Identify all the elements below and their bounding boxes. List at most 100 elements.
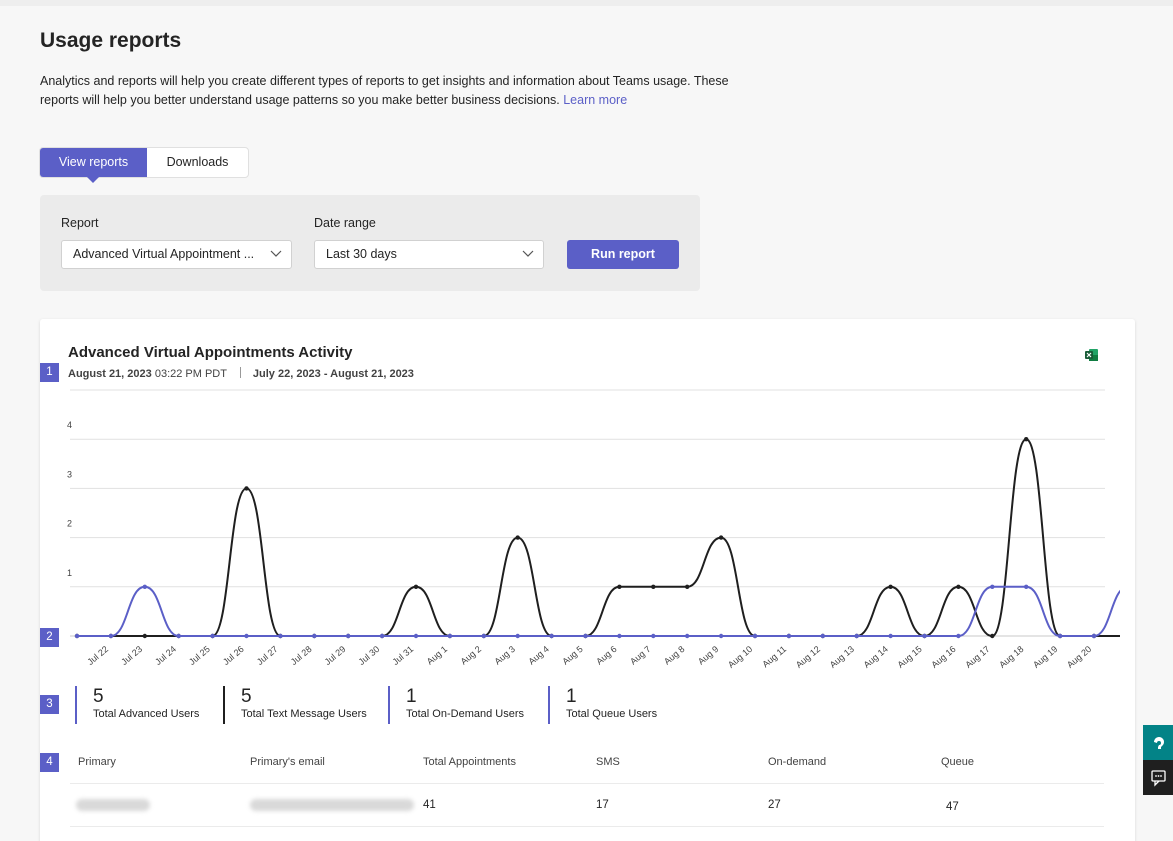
- stat-value: 1: [406, 686, 417, 707]
- data-point: [176, 633, 181, 639]
- tab-view-reports[interactable]: View reports: [40, 148, 147, 183]
- data-point: [956, 584, 961, 589]
- data-point: [1057, 633, 1063, 639]
- x-tick-label: Jul 23: [119, 644, 144, 667]
- data-point: [718, 535, 724, 540]
- data-point: [651, 633, 656, 639]
- data-point: [786, 633, 792, 639]
- data-point: [346, 633, 351, 639]
- x-tick-label: Aug 17: [963, 644, 991, 670]
- data-point: [1024, 584, 1029, 589]
- page-description: Analytics and reports will help you crea…: [40, 72, 760, 109]
- stat-label: Total Advanced Users: [93, 708, 200, 720]
- data-point: [74, 633, 80, 639]
- column-header-email[interactable]: Primary's email: [250, 756, 325, 768]
- y-tick-label: 1: [67, 568, 72, 578]
- data-point: [685, 633, 690, 639]
- x-tick-label: Aug 6: [594, 644, 618, 667]
- x-tick-label: Aug 16: [929, 644, 957, 670]
- redacted-primary: [76, 799, 150, 811]
- x-tick-label: Aug 8: [662, 644, 686, 667]
- activity-line-chart: 54321Jul 22Jul 23Jul 24Jul 25Jul 26Jul 2…: [67, 389, 1120, 670]
- divider: [239, 367, 241, 378]
- data-point: [685, 584, 690, 589]
- x-tick-label: Aug 19: [1031, 644, 1059, 670]
- x-tick-label: Aug 9: [696, 644, 720, 667]
- stat-total-queue-users: 1 Total Queue Users: [548, 686, 657, 724]
- data-point: [549, 633, 554, 639]
- y-tick-label: 2: [67, 519, 72, 529]
- data-point: [142, 633, 147, 639]
- date-range-select[interactable]: Last 30 days: [314, 240, 544, 269]
- tab-downloads[interactable]: Downloads: [147, 148, 248, 177]
- stat-label: Total Queue Users: [566, 708, 658, 720]
- learn-more-link[interactable]: Learn more: [563, 93, 627, 107]
- data-point: [1091, 633, 1097, 639]
- chevron-down-icon: [522, 250, 534, 257]
- callout-marker-3: 3: [40, 695, 59, 714]
- stat-value: 1: [566, 686, 577, 707]
- report-label: Report: [61, 216, 99, 230]
- data-point: [651, 584, 656, 589]
- callout-marker-4: 4: [40, 753, 59, 772]
- data-point: [515, 633, 520, 639]
- table-row-divider: [70, 826, 1104, 827]
- data-point: [990, 584, 995, 589]
- data-point: [617, 584, 622, 589]
- series-line-2: [77, 585, 1120, 637]
- table-header-divider: [70, 783, 1104, 784]
- cell-sms: 17: [596, 799, 609, 811]
- data-point: [583, 633, 588, 639]
- cell-total-appointments: 41: [423, 799, 436, 811]
- x-tick-label: Jul 31: [390, 644, 415, 667]
- x-tick-label: Jul 28: [289, 644, 314, 667]
- run-report-button[interactable]: Run report: [567, 240, 679, 269]
- column-header-primary[interactable]: Primary: [78, 756, 116, 768]
- x-tick-label: Aug 13: [828, 644, 856, 670]
- data-point: [312, 633, 317, 639]
- report-date: August 21, 2023: [68, 368, 152, 380]
- cell-queue: 47: [946, 801, 959, 813]
- report-title: Advanced Virtual Appointments Activity: [68, 344, 353, 361]
- x-tick-label: Jul 22: [85, 644, 110, 667]
- data-point: [210, 633, 215, 639]
- excel-icon[interactable]: [1085, 348, 1099, 362]
- data-point: [956, 633, 961, 639]
- data-point: [447, 633, 453, 639]
- redacted-email: [250, 799, 414, 811]
- x-tick-label: Aug 2: [459, 644, 483, 667]
- stat-total-text-message-users: 5 Total Text Message Users: [223, 686, 367, 724]
- data-point: [820, 633, 825, 639]
- data-point: [990, 633, 995, 639]
- column-header-on-demand[interactable]: On-demand: [768, 756, 826, 768]
- help-icon: [1154, 737, 1164, 749]
- stat-total-on-demand-users: 1 Total On-Demand Users: [388, 686, 524, 724]
- report-time: 03:22 PM PDT: [154, 368, 227, 380]
- help-button[interactable]: [1143, 725, 1173, 760]
- feedback-button[interactable]: [1143, 760, 1173, 795]
- report-select-value: Advanced Virtual Appointment ...: [73, 247, 255, 261]
- data-point: [413, 584, 419, 589]
- column-header-sms[interactable]: SMS: [596, 756, 620, 768]
- data-point: [888, 584, 893, 589]
- data-point: [854, 633, 859, 639]
- column-header-total-appointments[interactable]: Total Appointments: [423, 756, 516, 768]
- x-tick-label: Aug 11: [760, 644, 788, 670]
- page-title: Usage reports: [40, 29, 182, 52]
- data-point: [752, 633, 758, 639]
- data-point: [379, 633, 385, 639]
- data-point: [617, 633, 622, 639]
- stat-value: 5: [93, 686, 104, 707]
- x-tick-label: Jul 27: [255, 644, 280, 667]
- chevron-down-icon: [270, 250, 282, 257]
- report-filter-panel: Report Advanced Virtual Appointment ... …: [40, 195, 700, 291]
- x-tick-label: Aug 15: [896, 644, 924, 670]
- report-select[interactable]: Advanced Virtual Appointment ...: [61, 240, 292, 269]
- data-point: [481, 633, 486, 639]
- x-tick-label: Aug 7: [628, 644, 652, 667]
- report-tabs: View reports Downloads: [39, 147, 249, 183]
- data-point: [922, 633, 927, 639]
- data-point: [244, 486, 249, 491]
- column-header-queue[interactable]: Queue: [941, 756, 974, 768]
- report-timestamp: August 21, 2023 03:22 PM PDT July 22, 20…: [68, 367, 414, 380]
